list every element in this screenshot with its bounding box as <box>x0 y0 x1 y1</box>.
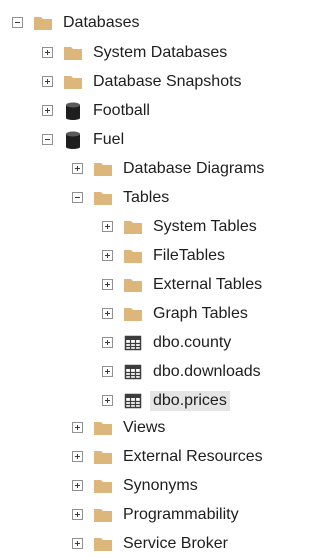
collapse-icon[interactable] <box>72 192 83 203</box>
folder-icon <box>94 162 112 176</box>
tree-node-dbo-county[interactable]: dbo.county <box>102 328 234 357</box>
tree-node-external-resources[interactable]: External Resources <box>72 442 266 471</box>
expand-icon[interactable] <box>72 538 83 549</box>
tree-node-label: Databases <box>63 13 140 31</box>
tree-node-label: Fuel <box>93 130 125 148</box>
tree-node-databases[interactable]: Databases <box>12 8 143 37</box>
tree-node-label: dbo.county <box>153 333 232 351</box>
tree-node-synonyms[interactable]: Synonyms <box>72 471 201 500</box>
folder-icon <box>94 479 112 493</box>
expand-icon[interactable] <box>102 279 113 290</box>
tree-node-system-databases[interactable]: System Databases <box>42 38 230 67</box>
expand-icon[interactable] <box>102 395 113 406</box>
expand-icon[interactable] <box>72 422 83 433</box>
tree-node-label: Synonyms <box>123 476 198 494</box>
tree-node-dbo-prices[interactable]: dbo.prices <box>102 386 230 415</box>
tree-node-label: Programmability <box>123 505 239 523</box>
tree-node-database-snapshots[interactable]: Database Snapshots <box>42 67 245 96</box>
folder-icon <box>94 421 112 435</box>
tree-node-label: Football <box>93 101 150 119</box>
tree-node-service-broker[interactable]: Service Broker <box>72 529 231 558</box>
tree-node-label: Database Diagrams <box>123 159 265 177</box>
tree-node-label: Views <box>123 418 166 436</box>
expand-icon[interactable] <box>42 76 53 87</box>
tree-node-label: External Resources <box>123 447 263 465</box>
tree-node-database-diagrams[interactable]: Database Diagrams <box>72 154 267 183</box>
tree-node-tables[interactable]: Tables <box>72 183 172 212</box>
tree-node-label: FileTables <box>153 246 226 264</box>
tree-node-label: Graph Tables <box>153 304 248 322</box>
tree-node-label: Service Broker <box>123 534 228 552</box>
tree-node-label: System Tables <box>153 217 257 235</box>
expand-icon[interactable] <box>102 250 113 261</box>
expand-icon[interactable] <box>72 163 83 174</box>
folder-icon <box>94 450 112 464</box>
table-icon <box>124 335 142 350</box>
object-explorer-tree: Databases System Databases Database Snap… <box>0 0 294 552</box>
tree-node-views[interactable]: Views <box>72 413 168 442</box>
folder-icon <box>64 75 82 89</box>
tree-node-filetables[interactable]: FileTables <box>102 241 228 270</box>
tree-node-football[interactable]: Football <box>42 96 153 125</box>
folder-icon <box>94 508 112 522</box>
tree-node-label: dbo.downloads <box>153 362 261 380</box>
table-icon <box>124 364 142 379</box>
folder-icon <box>124 278 142 292</box>
folder-icon <box>124 220 142 234</box>
table-icon <box>124 393 142 408</box>
folder-icon <box>124 249 142 263</box>
expand-icon[interactable] <box>72 509 83 520</box>
expand-icon[interactable] <box>102 308 113 319</box>
tree-node-fuel[interactable]: Fuel <box>42 125 127 154</box>
tree-node-dbo-downloads[interactable]: dbo.downloads <box>102 357 264 386</box>
folder-icon <box>64 46 82 60</box>
tree-node-label: System Databases <box>93 43 228 61</box>
tree-node-label: External Tables <box>153 275 263 293</box>
tree-node-graph-tables[interactable]: Graph Tables <box>102 299 251 328</box>
expand-icon[interactable] <box>42 105 53 116</box>
tree-node-programmability[interactable]: Programmability <box>72 500 242 529</box>
tree-node-system-tables[interactable]: System Tables <box>102 212 260 241</box>
expand-icon[interactable] <box>102 366 113 377</box>
collapse-icon[interactable] <box>42 134 53 145</box>
folder-icon <box>94 191 112 205</box>
database-icon <box>66 131 80 149</box>
folder-icon <box>34 16 52 30</box>
tree-node-label: Database Snapshots <box>93 72 242 90</box>
database-icon <box>66 102 80 120</box>
folder-icon <box>124 307 142 321</box>
tree-node-label: dbo.prices <box>150 390 230 411</box>
expand-icon[interactable] <box>102 221 113 232</box>
expand-icon[interactable] <box>72 480 83 491</box>
tree-node-external-tables[interactable]: External Tables <box>102 270 265 299</box>
expand-icon[interactable] <box>102 337 113 348</box>
collapse-icon[interactable] <box>12 17 23 28</box>
tree-node-label: Tables <box>123 188 170 206</box>
expand-icon[interactable] <box>72 451 83 462</box>
expand-icon[interactable] <box>42 47 53 58</box>
